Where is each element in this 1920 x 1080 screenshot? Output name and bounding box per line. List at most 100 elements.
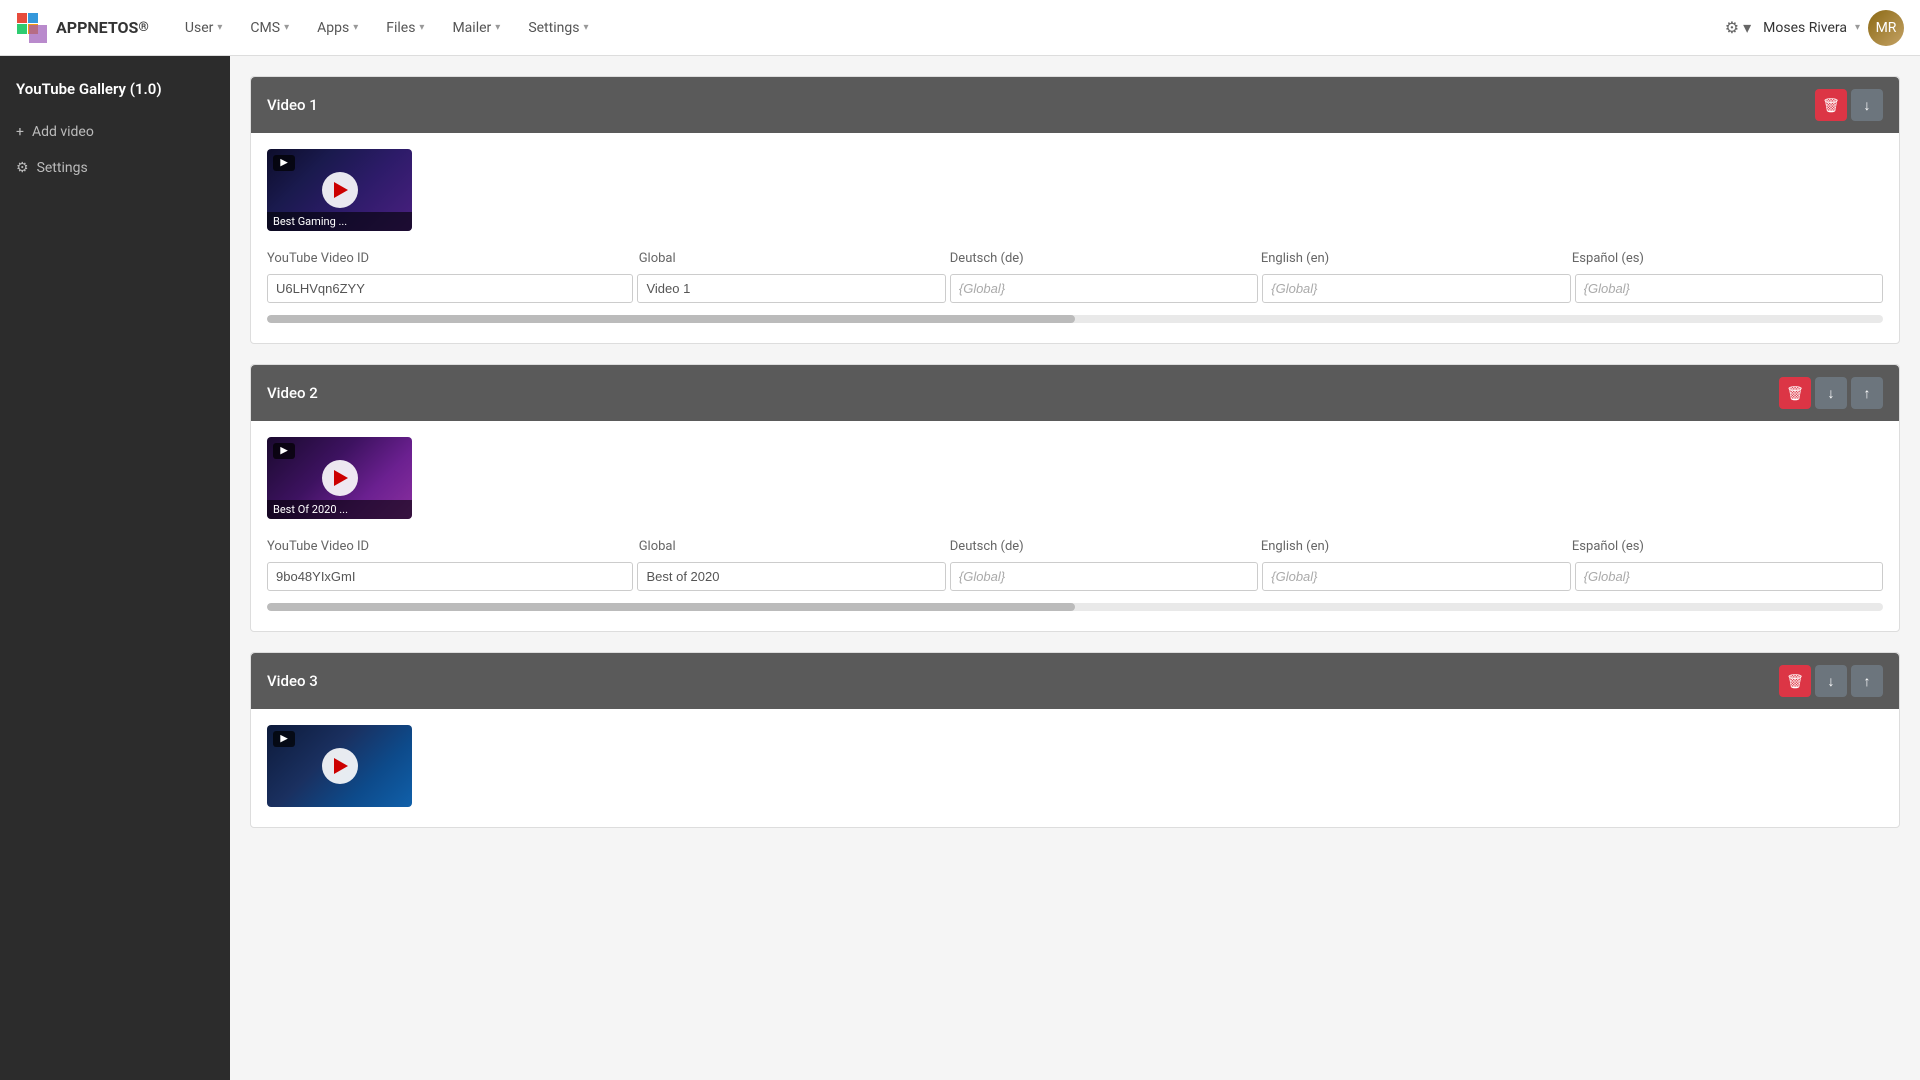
- col2-header-english: English (en): [1261, 535, 1572, 558]
- nav-cms-label: CMS: [250, 20, 280, 36]
- video-2-label: Best Of 2020 ...: [267, 500, 412, 519]
- video-1-delete-button[interactable]: 🗑: [1815, 89, 1847, 121]
- video-1-deutsch-input[interactable]: [950, 274, 1258, 303]
- video-1-global-input[interactable]: [637, 274, 945, 303]
- nav-files-caret: ▾: [419, 22, 424, 33]
- nav-mailer-label: Mailer: [452, 20, 491, 36]
- video-3-title: Video 3: [267, 672, 318, 690]
- video-3-move-down-button[interactable]: ↓: [1815, 665, 1847, 697]
- video-3-actions: 🗑 ↓ ↑: [1779, 665, 1883, 697]
- video-2-actions: 🗑 ↓ ↑: [1779, 377, 1883, 409]
- gear-icon: ⚙: [1725, 18, 1739, 37]
- video-1-title: Video 1: [267, 96, 318, 114]
- nav-item-settings[interactable]: Settings ▾: [516, 12, 600, 44]
- global-settings-button[interactable]: ⚙ ▾: [1725, 18, 1751, 37]
- video-1-thumbnail-inner: ▶ Best Gaming ...: [267, 149, 412, 231]
- col2-header-deutsch: Deutsch (de): [950, 535, 1261, 558]
- user-name-label: Moses Rivera: [1763, 20, 1847, 36]
- play-triangle-3-icon: [334, 758, 348, 774]
- sidebar-title: YouTube Gallery (1.0): [0, 72, 230, 114]
- plus-icon: +: [16, 124, 24, 140]
- col-header-english: English (en): [1261, 247, 1572, 270]
- video-2-fields-table: YouTube Video ID Global Deutsch (de) Eng…: [267, 535, 1883, 591]
- navbar: APPNETOS® User ▾ CMS ▾ Apps ▾ Files ▾: [0, 0, 1920, 56]
- settings-icon: ⚙: [16, 160, 29, 176]
- avatar-initials: MR: [1876, 20, 1897, 36]
- nav-menu: User ▾ CMS ▾ Apps ▾ Files ▾ Mailer: [173, 12, 1725, 44]
- nav-item-mailer[interactable]: Mailer ▾: [440, 12, 512, 44]
- video-1-fields-header: YouTube Video ID Global Deutsch (de) Eng…: [267, 247, 1883, 270]
- video-1-move-down-button[interactable]: ↓: [1851, 89, 1883, 121]
- brand-name: APPNETOS: [56, 18, 138, 37]
- sidebar-item-settings-label: Settings: [37, 160, 88, 176]
- nav-settings-label: Settings: [528, 20, 579, 36]
- col2-header-youtube-id: YouTube Video ID: [267, 535, 639, 558]
- video-2-body: ▶ Best Of 2020 ... YouTube Video ID Glob…: [251, 421, 1899, 631]
- col-header-youtube-id: YouTube Video ID: [267, 247, 639, 270]
- video-1-fields-table: YouTube Video ID Global Deutsch (de) Eng…: [267, 247, 1883, 303]
- nav-settings-caret: ▾: [583, 22, 588, 33]
- nav-mailer-caret: ▾: [495, 22, 500, 33]
- avatar: MR: [1868, 10, 1904, 46]
- col2-header-global: Global: [639, 535, 950, 558]
- video-3-thumbnail-inner: ▶: [267, 725, 412, 807]
- video-2-espanol-input[interactable]: [1575, 562, 1883, 591]
- col-header-deutsch: Deutsch (de): [950, 247, 1261, 270]
- brand-trademark: ®: [138, 20, 148, 35]
- video-1-english-input[interactable]: [1262, 274, 1570, 303]
- nav-item-user[interactable]: User ▾: [173, 12, 235, 44]
- col-header-espanol: Español (es): [1572, 247, 1883, 270]
- video-2-thumbnail[interactable]: ▶ Best Of 2020 ...: [267, 437, 412, 519]
- video-1-header: Video 1 🗑 ↓: [251, 77, 1899, 133]
- user-menu-button[interactable]: Moses Rivera ▾ MR: [1763, 10, 1904, 46]
- video-3-header: Video 3 🗑 ↓ ↑: [251, 653, 1899, 709]
- video-1-thumbnail[interactable]: ▶ Best Gaming ...: [267, 149, 412, 231]
- video-2-move-up-button[interactable]: ↑: [1851, 377, 1883, 409]
- video-2-header: Video 2 🗑 ↓ ↑: [251, 365, 1899, 421]
- col2-header-espanol: Español (es): [1572, 535, 1883, 558]
- sidebar: YouTube Gallery (1.0) + Add video ⚙ Sett…: [0, 56, 230, 1080]
- sidebar-item-add-video-label: Add video: [32, 124, 94, 140]
- col-header-global: Global: [639, 247, 950, 270]
- video-2-delete-button[interactable]: 🗑: [1779, 377, 1811, 409]
- video-3-move-up-button[interactable]: ↑: [1851, 665, 1883, 697]
- video-1-body: ▶ Best Gaming ... YouTube Video ID Globa…: [251, 133, 1899, 343]
- video-1-scroll-track[interactable]: [267, 315, 1883, 323]
- video-1-scroll-thumb: [267, 315, 1075, 323]
- main-content: Video 1 🗑 ↓ ▶ Best Gaming ...: [230, 56, 1920, 1080]
- video-2-english-input[interactable]: [1262, 562, 1570, 591]
- play-triangle-2-icon: [334, 470, 348, 486]
- video-2-scroll-thumb: [267, 603, 1075, 611]
- brand-logo-icon: [16, 12, 48, 44]
- nav-apps-caret: ▾: [353, 22, 358, 33]
- video-1-label: Best Gaming ...: [267, 212, 412, 231]
- video-2-fields-header: YouTube Video ID Global Deutsch (de) Eng…: [267, 535, 1883, 558]
- page-layout: YouTube Gallery (1.0) + Add video ⚙ Sett…: [0, 56, 1920, 1080]
- nav-item-cms[interactable]: CMS ▾: [238, 12, 301, 44]
- video-2-thumbnail-inner: ▶ Best Of 2020 ...: [267, 437, 412, 519]
- play-button-3-icon: [322, 748, 358, 784]
- sidebar-item-settings[interactable]: ⚙ Settings: [0, 150, 230, 186]
- video-3-delete-button[interactable]: 🗑: [1779, 665, 1811, 697]
- video-1-espanol-input[interactable]: [1575, 274, 1883, 303]
- video-2-global-input[interactable]: [637, 562, 945, 591]
- video-3-body: ▶: [251, 709, 1899, 827]
- sidebar-item-add-video[interactable]: + Add video: [0, 114, 230, 150]
- nav-item-files[interactable]: Files ▾: [374, 12, 436, 44]
- video-1-actions: 🗑 ↓: [1815, 89, 1883, 121]
- video-card-3: Video 3 🗑 ↓ ↑ ▶: [250, 652, 1900, 828]
- video-2-youtube-id-input[interactable]: [267, 562, 633, 591]
- nav-item-apps[interactable]: Apps ▾: [305, 12, 370, 44]
- video-2-scroll-track[interactable]: [267, 603, 1883, 611]
- video-2-move-down-button[interactable]: ↓: [1815, 377, 1847, 409]
- play-button-2-icon: [322, 460, 358, 496]
- video-card-2: Video 2 🗑 ↓ ↑ ▶ Best Of 2020 ...: [250, 364, 1900, 632]
- navbar-right: ⚙ ▾ Moses Rivera ▾ MR: [1725, 10, 1904, 46]
- video-3-thumbnail[interactable]: ▶: [267, 725, 412, 807]
- nav-user-caret: ▾: [217, 22, 222, 33]
- video-2-fields-row: [267, 562, 1883, 591]
- video-1-youtube-id-input[interactable]: [267, 274, 633, 303]
- brand-logo-link[interactable]: APPNETOS®: [16, 12, 149, 44]
- nav-apps-label: Apps: [317, 20, 349, 36]
- video-2-deutsch-input[interactable]: [950, 562, 1258, 591]
